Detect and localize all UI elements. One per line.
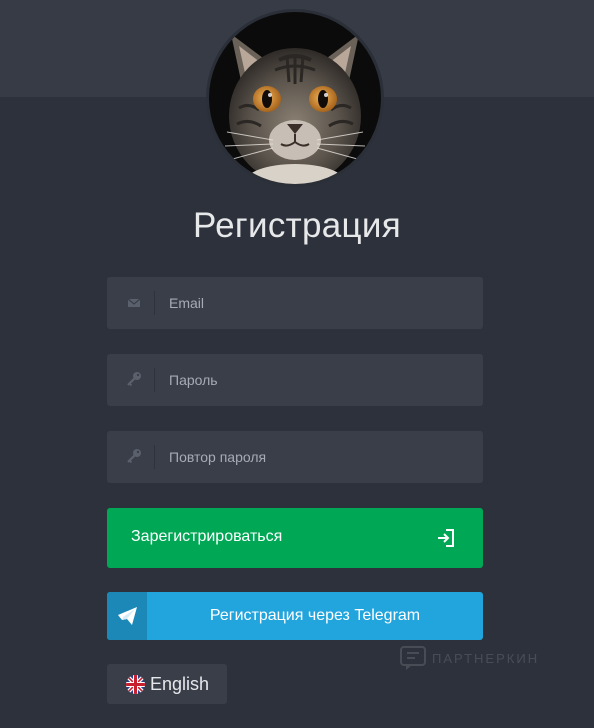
- telegram-button-label: Регистрация через Telegram: [209, 607, 421, 624]
- password-input[interactable]: [169, 354, 469, 406]
- password-repeat-input[interactable]: [169, 431, 469, 483]
- email-input[interactable]: [169, 277, 469, 329]
- page-title: Регистрация: [193, 206, 401, 245]
- uk-flag-icon: [126, 675, 145, 694]
- watermark: ПАРТНЕРКИН: [400, 646, 537, 670]
- cat-avatar-image: [209, 12, 381, 184]
- sign-in-icon: [435, 527, 457, 549]
- field-separator: [154, 368, 155, 392]
- watermark-logo-icon: [400, 646, 426, 670]
- telegram-plane-icon: [118, 607, 137, 625]
- field-separator: [154, 291, 155, 315]
- avatar: [209, 12, 381, 184]
- telegram-register-button[interactable]: Регистрация через Telegram: [107, 592, 483, 640]
- password-field[interactable]: [107, 354, 483, 406]
- watermark-text: ПАРТНЕРКИН: [432, 651, 540, 666]
- language-label: English: [150, 674, 210, 694]
- password-repeat-field[interactable]: [107, 431, 483, 483]
- email-field[interactable]: [107, 277, 483, 329]
- key-icon: [124, 370, 144, 390]
- field-separator: [154, 445, 155, 469]
- key-icon: [124, 447, 144, 467]
- language-switch-button[interactable]: English: [107, 664, 227, 704]
- telegram-icon-box: [107, 592, 147, 640]
- register-button[interactable]: Зарегистрироваться: [107, 508, 483, 568]
- register-button-label: Зарегистрироваться: [131, 528, 283, 545]
- envelope-icon: [124, 293, 144, 313]
